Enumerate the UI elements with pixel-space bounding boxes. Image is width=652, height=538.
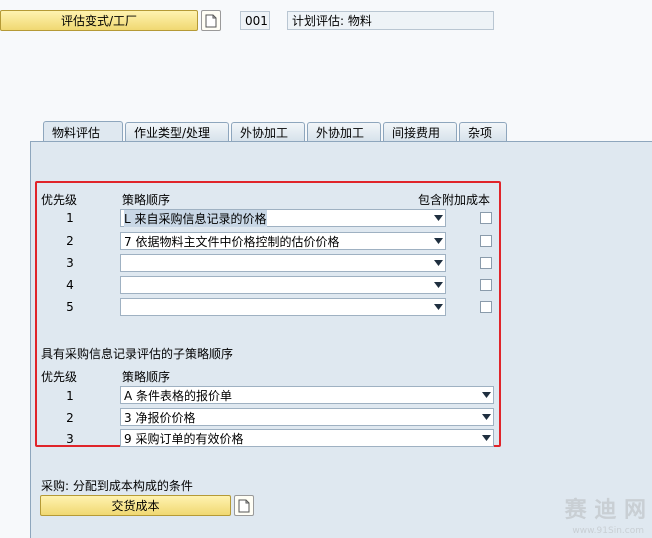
tab-overhead[interactable]: 间接费用	[383, 122, 457, 141]
watermark-url: www.91Sin.com	[572, 526, 644, 536]
delivery-cost-button[interactable]: 交货成本	[40, 495, 231, 516]
strategy-value: 7 依据物料主文件中价格控制的估价价格	[124, 234, 340, 249]
sub-strategy-dropdown-3[interactable]: 9 采购订单的有效价格	[120, 429, 494, 447]
priority-number: 4	[66, 278, 74, 292]
strategy-dropdown-2[interactable]: 7 依据物料主文件中价格控制的估价价格	[120, 232, 446, 250]
addl-cost-header: 包含附加成本	[418, 193, 491, 207]
priority-number: 1	[66, 211, 74, 225]
tab-material-valuation[interactable]: 物料评估	[43, 121, 123, 142]
strategy-dropdown-1[interactable]: L 来自采购信息记录的价格	[120, 209, 446, 227]
sub-strategy-value: 3 净报价价格	[124, 410, 196, 425]
sub-strategy-header: 策略顺序	[122, 370, 171, 384]
priority-header: 优先级	[41, 193, 78, 207]
purchasing-label: 采购: 分配到成本构成的条件	[41, 479, 193, 493]
watermark-logo: 赛 迪 网	[564, 498, 646, 523]
chevron-down-icon[interactable]	[431, 277, 445, 293]
tab-strip: 物料评估 作业类型/处理 外协加工 外协加工 间接费用 杂项	[43, 121, 509, 142]
sub-strategy-dropdown-2[interactable]: 3 净报价价格	[120, 408, 494, 426]
priority-number: 2	[66, 234, 74, 248]
chevron-down-icon[interactable]	[479, 430, 493, 446]
strategy-dropdown-4[interactable]	[120, 276, 446, 294]
addl-cost-checkbox-1[interactable]	[480, 212, 492, 224]
addl-cost-checkbox-4[interactable]	[480, 279, 492, 291]
sub-strategy-title: 具有采购信息记录评估的子策略顺序	[41, 347, 234, 361]
strategy-dropdown-3[interactable]	[120, 254, 446, 272]
addl-cost-checkbox-5[interactable]	[480, 301, 492, 313]
tab-misc[interactable]: 杂项	[459, 122, 507, 141]
priority-number: 5	[66, 300, 74, 314]
priority-number: 3	[66, 256, 74, 270]
chevron-down-icon[interactable]	[431, 210, 445, 226]
chevron-down-icon[interactable]	[431, 233, 445, 249]
valuation-variant-button[interactable]: 评估变式/工厂	[0, 10, 198, 31]
chevron-down-icon[interactable]	[431, 299, 445, 315]
sub-strategy-dropdown-1[interactable]: A 条件表格的报价单	[120, 386, 494, 404]
document-icon[interactable]	[201, 10, 221, 31]
sub-priority-number: 3	[66, 432, 74, 446]
valuation-code-field: 001	[240, 11, 270, 30]
sub-priority-number: 2	[66, 411, 74, 425]
strategy-value: L 来自采购信息记录的价格	[124, 209, 267, 227]
sub-priority-header: 优先级	[41, 370, 78, 384]
sub-strategy-value: A 条件表格的报价单	[124, 388, 233, 403]
chevron-down-icon[interactable]	[431, 255, 445, 271]
strategy-header: 策略顺序	[122, 193, 171, 207]
sub-priority-number: 1	[66, 389, 74, 403]
tab-subcontracting-1[interactable]: 外协加工	[231, 122, 305, 141]
valuation-description-field: 计划评估: 物料	[287, 11, 494, 30]
tab-subcontracting-2[interactable]: 外协加工	[307, 122, 381, 141]
chevron-down-icon[interactable]	[479, 387, 493, 403]
sub-strategy-value: 9 采购订单的有效价格	[124, 431, 244, 446]
addl-cost-checkbox-3[interactable]	[480, 257, 492, 269]
addl-cost-checkbox-2[interactable]	[480, 235, 492, 247]
chevron-down-icon[interactable]	[479, 409, 493, 425]
document-icon[interactable]	[234, 495, 254, 516]
tab-activity-type[interactable]: 作业类型/处理	[125, 122, 229, 141]
strategy-dropdown-5[interactable]	[120, 298, 446, 316]
